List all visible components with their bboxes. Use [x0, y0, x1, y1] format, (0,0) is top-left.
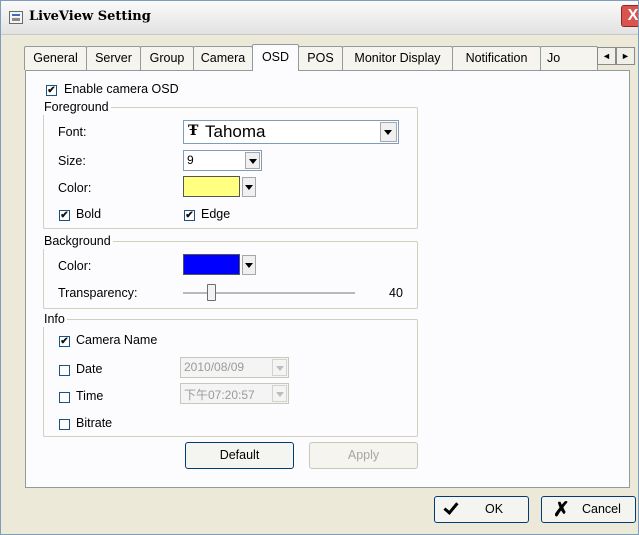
bold-checkbox[interactable]: ✔	[59, 210, 70, 221]
background-color-swatch[interactable]	[183, 254, 240, 275]
foreground-group-title: Foreground	[43, 99, 111, 115]
checkmark-icon	[443, 499, 459, 515]
close-button[interactable]: X	[621, 5, 638, 27]
camera-name-checkbox[interactable]: ✔	[59, 336, 70, 347]
window-title: LiveView Setting	[29, 9, 151, 24]
x-icon: ✗	[553, 499, 570, 521]
tab-monitor-display[interactable]: Monitor Display	[342, 46, 453, 70]
enable-osd-checkbox[interactable]: ✔	[46, 85, 57, 96]
font-label: Font:	[58, 125, 87, 139]
size-select-value: 9	[187, 153, 194, 167]
truetype-font-icon: Ŧ	[188, 123, 199, 139]
time-checkbox[interactable]	[59, 392, 70, 403]
tab-osd[interactable]: OSD	[252, 44, 299, 71]
time-label: Time	[76, 389, 104, 403]
bold-label: Bold	[76, 207, 102, 221]
info-group: Info ✔ Camera Name Date 2010/08/09 Time …	[43, 311, 418, 437]
tab-camera[interactable]: Camera	[193, 46, 253, 70]
osd-tab-panel: ✔ Enable camera OSD Foreground Font: Ŧ T…	[25, 70, 630, 488]
background-color-label: Color:	[58, 259, 92, 273]
info-group-title: Info	[43, 311, 67, 327]
chevron-down-icon[interactable]	[245, 152, 260, 169]
date-label: Date	[76, 362, 103, 376]
size-select[interactable]: 9	[183, 150, 262, 171]
date-picker-value: 2010/08/09	[184, 360, 245, 374]
time-picker-value: 下午07:20:57	[184, 388, 255, 402]
background-color-dropdown[interactable]	[242, 255, 256, 275]
foreground-group: Foreground Font: Ŧ Tahoma Size: 9 Color:…	[43, 99, 418, 229]
chevron-down-icon	[272, 385, 287, 402]
edge-checkbox[interactable]: ✔	[184, 210, 195, 221]
tab-pos[interactable]: POS	[298, 46, 343, 70]
transparency-label: Transparency:	[58, 286, 138, 300]
app-icon	[9, 11, 23, 24]
ok-button[interactable]: OK	[434, 496, 529, 523]
font-select-value: Tahoma	[205, 122, 266, 141]
background-group-title: Background	[43, 233, 113, 249]
ok-button-label: OK	[485, 502, 504, 516]
time-picker: 下午07:20:57	[180, 383, 289, 404]
cancel-button[interactable]: ✗ Cancel	[541, 496, 636, 523]
chevron-down-icon	[272, 359, 287, 376]
date-picker: 2010/08/09	[180, 357, 289, 378]
title-bar[interactable]: LiveView Setting X	[1, 1, 638, 35]
foreground-color-label: Color:	[58, 181, 92, 195]
size-label: Size:	[58, 154, 86, 168]
tab-server[interactable]: Server	[86, 46, 141, 70]
transparency-slider-thumb[interactable]	[207, 284, 216, 301]
tab-scroll-left-button[interactable]: ◄	[597, 47, 616, 65]
transparency-value: 40	[389, 286, 403, 300]
date-checkbox[interactable]	[59, 365, 70, 376]
tab-scroll-right-button[interactable]: ►	[616, 47, 635, 65]
default-button[interactable]: Default	[185, 442, 294, 469]
tab-notification[interactable]: Notification	[452, 46, 541, 70]
tab-general[interactable]: General	[24, 46, 87, 70]
enable-osd-label: Enable camera OSD	[64, 82, 179, 96]
apply-button: Apply	[309, 442, 418, 469]
edge-label: Edge	[201, 207, 231, 221]
camera-name-label: Camera Name	[76, 333, 158, 347]
foreground-color-dropdown[interactable]	[242, 177, 256, 197]
bitrate-checkbox[interactable]	[59, 419, 70, 430]
font-select[interactable]: Ŧ Tahoma	[183, 120, 399, 144]
liveview-setting-window: LiveView Setting X General Server Group …	[0, 0, 639, 535]
background-group: Background Color: Transparency: 40	[43, 233, 418, 309]
foreground-color-swatch[interactable]	[183, 176, 240, 197]
chevron-down-icon[interactable]	[380, 122, 397, 142]
cancel-button-label: Cancel	[582, 502, 621, 516]
tab-group[interactable]: Group	[140, 46, 194, 70]
bitrate-label: Bitrate	[76, 416, 113, 430]
tab-jo[interactable]: Jo	[540, 46, 598, 70]
